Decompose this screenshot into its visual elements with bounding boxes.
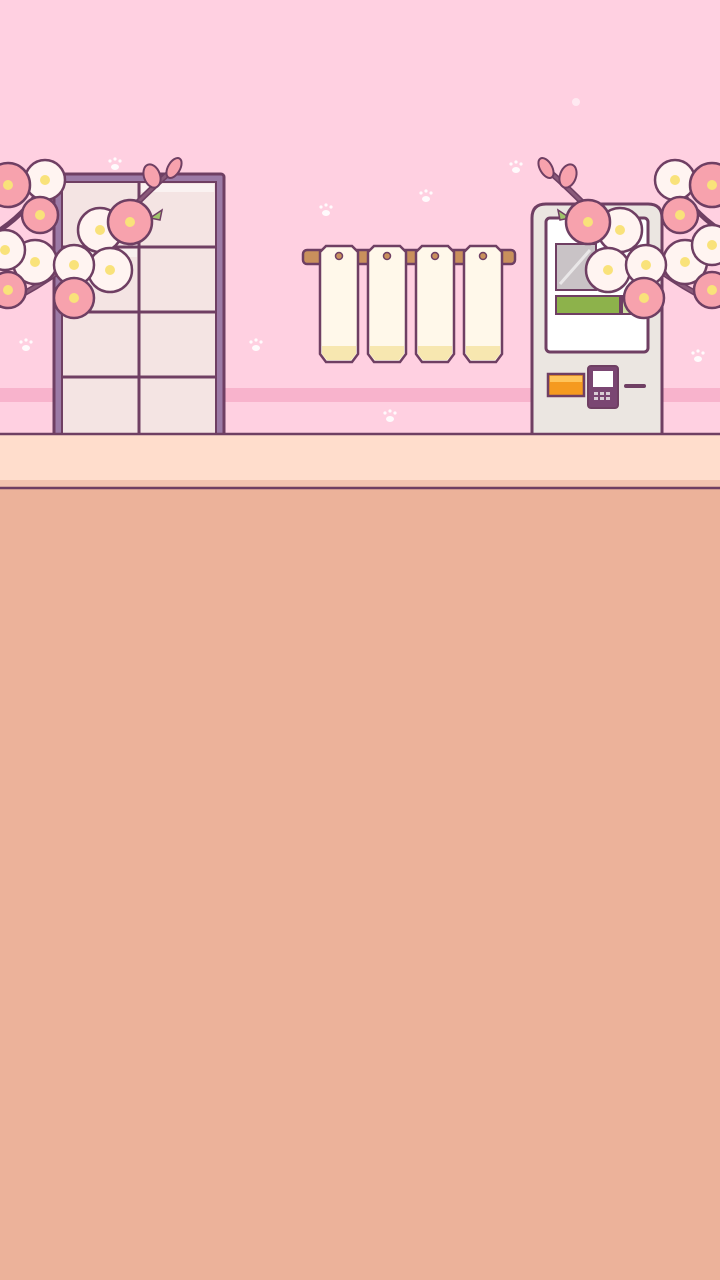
floor [0,490,720,1280]
petal-dot [572,98,580,106]
blossom [653,158,697,202]
blossom [622,276,666,320]
blossom [20,195,60,235]
tag [318,244,360,364]
blossom [23,158,67,202]
blossom [106,198,154,246]
tag [414,244,456,364]
blossom [660,195,700,235]
counter-top [0,432,720,488]
blossom [584,246,632,294]
blossom [564,198,612,246]
blossom [0,270,28,310]
tag [462,244,504,364]
blossom [692,270,720,310]
game-scene [0,0,720,1280]
tag [366,244,408,364]
machine-coin-slot [624,384,646,388]
blossom [52,276,96,320]
blossom [690,223,720,267]
